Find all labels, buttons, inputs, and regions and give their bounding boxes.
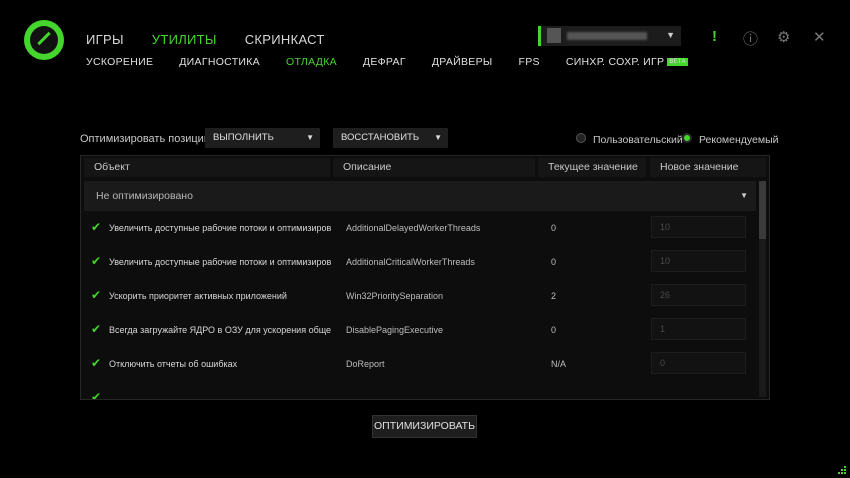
row-description: DoReport xyxy=(346,359,385,369)
chevron-down-icon: ▼ xyxy=(666,30,675,40)
chevron-down-icon: ▼ xyxy=(306,133,314,142)
avatar xyxy=(547,28,561,43)
table-row-partial[interactable]: ✔ xyxy=(81,381,757,400)
custom-radio-label: Пользовательский xyxy=(593,134,683,146)
new-value-input[interactable]: 10 xyxy=(651,250,746,272)
column-header-object[interactable]: Объект xyxy=(84,158,330,177)
execute-dropdown-label: ВЫПОЛНИТЬ xyxy=(213,132,274,143)
subtab-fps[interactable]: FPS xyxy=(518,56,539,68)
execute-dropdown[interactable]: ВЫПОЛНИТЬ ▼ xyxy=(205,128,320,148)
subtab-game-save-sync-label: СИНХР. СОХР. ИГР xyxy=(565,56,665,68)
restore-dropdown[interactable]: ВОССТАНОВИТЬ ▼ xyxy=(333,128,448,148)
group-label: Не оптимизировано xyxy=(96,190,193,202)
check-icon: ✔ xyxy=(91,356,102,370)
column-header-new-value[interactable]: Новое значение xyxy=(650,158,766,177)
table-row[interactable]: ✔ Ускорить приоритет активных приложений… xyxy=(81,279,757,313)
tab-utilities[interactable]: УТИЛИТЫ xyxy=(152,32,217,47)
tab-games[interactable]: ИГРЫ xyxy=(86,32,124,47)
new-value-input[interactable]: 26 xyxy=(651,284,746,306)
column-header-description[interactable]: Описание xyxy=(333,158,535,177)
table-scrollbar[interactable] xyxy=(759,181,766,397)
optimize-items-label: Оптимизировать позиции xyxy=(80,133,210,145)
table-row[interactable]: ✔ Увеличить доступные рабочие потоки и о… xyxy=(81,245,757,279)
sub-nav: УСКОРЕНИЕ ДИАГНОСТИКА ОТЛАДКА ДЕФРАГ ДРА… xyxy=(86,56,688,68)
check-icon: ✔ xyxy=(91,254,102,268)
row-description: DisablePagingExecutive xyxy=(346,325,444,335)
row-current-value: 0 xyxy=(551,257,557,267)
chevron-down-icon: ▼ xyxy=(434,133,442,142)
check-icon: ✔ xyxy=(91,288,102,302)
row-object: Всегда загружайте ЯДРО в ОЗУ для ускорен… xyxy=(109,325,331,335)
new-value-input[interactable]: 10 xyxy=(651,216,746,238)
chevron-down-icon: ▼ xyxy=(740,191,748,200)
row-description: AdditionalDelayedWorkerThreads xyxy=(346,223,481,233)
beta-badge: BETA xyxy=(667,58,688,66)
table-row[interactable]: ✔ Увеличить доступные рабочие потоки и о… xyxy=(81,211,757,245)
tab-screencast[interactable]: СКРИНКАСТ xyxy=(245,32,325,47)
subtab-defrag[interactable]: ДЕФРАГ xyxy=(363,56,406,68)
optimize-button[interactable]: ОПТИМИЗИРОВАТЬ xyxy=(372,415,477,438)
new-value-input[interactable]: 0 xyxy=(651,352,746,374)
tweaks-table: Объект Описание Текущее значение Новое з… xyxy=(80,155,770,400)
row-object: Увеличить доступные рабочие потоки и опт… xyxy=(109,223,331,233)
subtab-boost[interactable]: УСКОРЕНИЕ xyxy=(86,56,153,68)
subtab-debug[interactable]: ОТЛАДКА xyxy=(286,56,337,68)
row-object: Увеличить доступные рабочие потоки и опт… xyxy=(109,257,331,267)
custom-radio[interactable] xyxy=(576,133,586,143)
row-description: AdditionalCriticalWorkerThreads xyxy=(346,257,475,267)
info-icon[interactable]: ⓘ xyxy=(743,28,758,49)
check-icon: ✔ xyxy=(91,390,102,400)
resize-grip-icon[interactable] xyxy=(838,466,846,474)
account-email-blurred xyxy=(567,32,647,40)
table-row[interactable]: ✔ Отключить отчеты об ошибках DoReport N… xyxy=(81,347,757,381)
recommended-radio-label: Рекомендуемый xyxy=(699,134,779,146)
group-not-optimized[interactable]: Не оптимизировано ▼ xyxy=(84,181,756,211)
subtab-drivers[interactable]: ДРАЙВЕРЫ xyxy=(432,56,493,68)
main-nav: ИГРЫ УТИЛИТЫ СКРИНКАСТ xyxy=(86,32,325,47)
table-row[interactable]: ✔ Всегда загружайте ЯДРО в ОЗУ для ускор… xyxy=(81,313,757,347)
app-logo xyxy=(24,20,64,60)
row-current-value: 0 xyxy=(551,223,557,233)
check-icon: ✔ xyxy=(91,220,102,234)
account-dropdown[interactable]: ▼ xyxy=(538,26,681,46)
new-value-input[interactable]: 1 xyxy=(651,318,746,340)
restore-dropdown-label: ВОССТАНОВИТЬ xyxy=(341,132,420,143)
row-object: Ускорить приоритет активных приложений xyxy=(109,291,287,301)
row-current-value: N/A xyxy=(551,359,567,369)
row-current-value: 0 xyxy=(551,325,557,335)
recommended-radio[interactable] xyxy=(682,133,692,143)
row-description: Win32PrioritySeparation xyxy=(346,291,444,301)
scrollbar-thumb[interactable] xyxy=(759,181,766,239)
alert-icon[interactable]: ! xyxy=(712,28,717,45)
row-current-value: 2 xyxy=(551,291,557,301)
check-icon: ✔ xyxy=(91,322,102,336)
row-object: Отключить отчеты об ошибках xyxy=(109,359,238,369)
subtab-diagnostics[interactable]: ДИАГНОСТИКА xyxy=(179,56,260,68)
close-icon[interactable]: ✕ xyxy=(813,28,826,46)
subtab-game-save-sync[interactable]: СИНХР. СОХР. ИГР BETA xyxy=(566,56,688,68)
column-header-current-value[interactable]: Текущее значение xyxy=(538,158,646,177)
gear-icon[interactable]: ⚙ xyxy=(777,28,790,46)
